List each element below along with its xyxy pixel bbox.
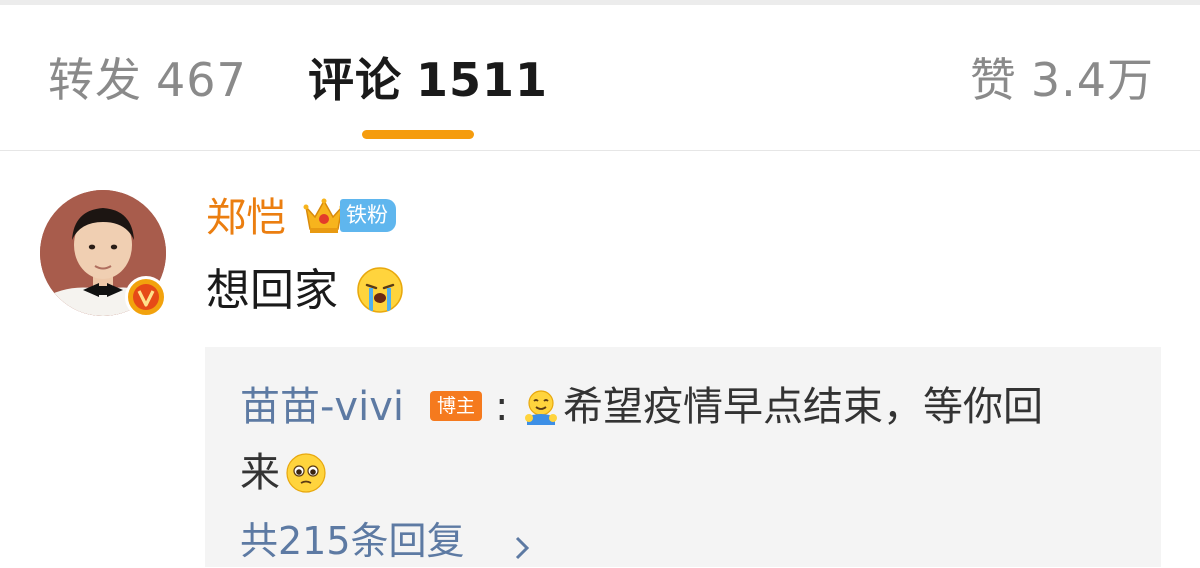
active-tab-indicator (362, 130, 474, 139)
reply-username[interactable]: 苗苗-vivi (240, 378, 404, 436)
cry-emoji-icon (356, 266, 404, 314)
author-badge: 博主 (430, 391, 482, 421)
verified-badge-icon (125, 276, 167, 318)
chevron-right-icon[interactable] (512, 534, 532, 564)
tab-likes-label: 赞 (969, 53, 1017, 107)
hug-emoji-icon (521, 387, 561, 427)
comment-text: 想回家 (206, 265, 338, 316)
tab-likes-count: 3.4万 (1030, 53, 1154, 107)
tab-bar: 转发 467 评论 1511 赞 3.4万 (0, 5, 1200, 151)
tab-repost-count: 467 (156, 53, 247, 107)
tab-comments-label: 评论 (308, 53, 402, 107)
tab-repost-label: 转发 (48, 53, 142, 107)
tab-comments[interactable]: 评论 1511 (308, 50, 548, 110)
view-replies-link[interactable]: 共215条回复 (240, 516, 465, 566)
tab-repost[interactable]: 转发 467 (48, 50, 247, 110)
reply-text: 希望疫情早点结束，等你回 (563, 384, 1043, 430)
reply-text-continued: 来 (240, 450, 280, 496)
reply-colon: : (495, 384, 509, 430)
pleading-emoji-icon (285, 452, 327, 494)
comment-username[interactable]: 郑恺 (206, 193, 286, 243)
tab-comments-count: 1511 (416, 53, 549, 107)
tab-likes[interactable]: 赞 3.4万 (970, 50, 1154, 110)
fan-badge: 铁粉 (340, 199, 396, 232)
